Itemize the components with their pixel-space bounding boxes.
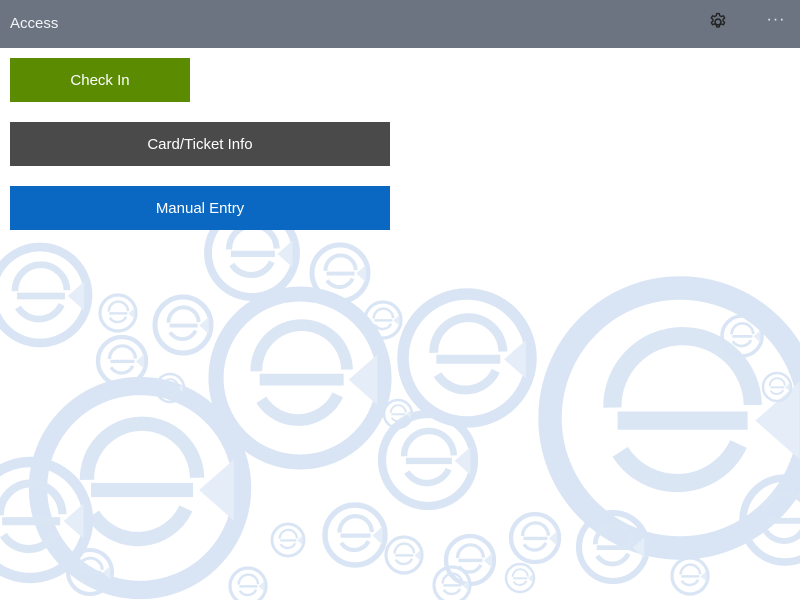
title-bar: Access ··· xyxy=(0,0,800,48)
settings-button[interactable] xyxy=(704,10,732,38)
gear-icon xyxy=(707,11,729,38)
action-buttons: Check In Card/Ticket Info Manual Entry xyxy=(10,58,390,230)
app-title: Access xyxy=(10,15,59,32)
more-options-button[interactable]: ··· xyxy=(762,10,790,38)
card-ticket-info-button[interactable]: Card/Ticket Info xyxy=(10,122,390,166)
check-in-button[interactable]: Check In xyxy=(10,58,190,102)
more-options-icon: ··· xyxy=(766,11,786,28)
manual-entry-button[interactable]: Manual Entry xyxy=(10,186,390,230)
access-app-window: Access ··· Check In Card/Ticket Info Man… xyxy=(0,0,800,600)
